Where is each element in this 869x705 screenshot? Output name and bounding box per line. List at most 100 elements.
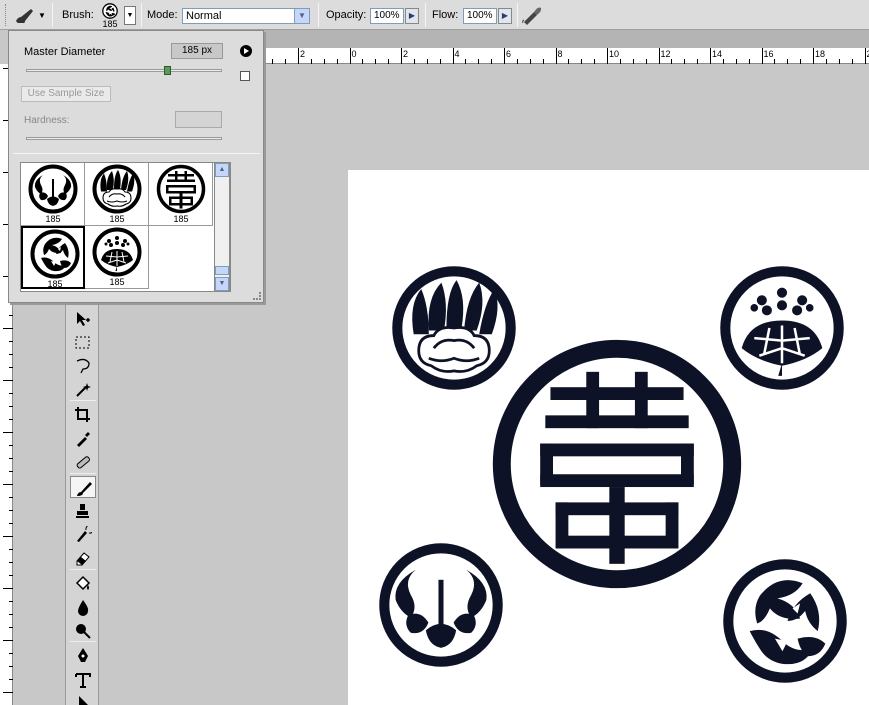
type-tool-icon: [75, 672, 91, 688]
blur-tool-icon: [78, 600, 89, 616]
mode-select[interactable]: Normal ▼: [182, 8, 310, 24]
brush-preview[interactable]: 185: [98, 2, 122, 29]
brush-picker-menu-button[interactable]: [240, 45, 252, 57]
eraser-tool-button[interactable]: [70, 546, 96, 568]
move-tool-button[interactable]: [70, 307, 96, 329]
type-tool-button[interactable]: [70, 668, 96, 690]
airbrush-toggle[interactable]: [521, 5, 543, 25]
ruler-tick: [761, 48, 763, 64]
pen-tool-button[interactable]: [70, 644, 96, 666]
brush-preset[interactable]: 185: [85, 163, 149, 226]
panel-resize-grip[interactable]: [253, 292, 261, 300]
hardness-field[interactable]: [175, 111, 222, 128]
ruler-minor-tick: [3, 692, 13, 693]
ruler-label: 0: [351, 49, 357, 59]
ruler-tick: [401, 48, 402, 64]
marquee-tool-button[interactable]: [70, 331, 96, 353]
brush-preset[interactable]: 185: [21, 226, 85, 289]
ruler-minor-tick: [3, 640, 13, 641]
brush-size-label: 185: [102, 19, 118, 29]
opacity-field[interactable]: 100%: [370, 8, 404, 24]
crop-tool-button[interactable]: [70, 403, 96, 425]
ruler-minor-tick: [684, 59, 686, 64]
path-selection-tool-button[interactable]: [70, 691, 96, 705]
ruler-minor-tick: [362, 59, 364, 64]
ruler-label: 18: [815, 49, 826, 59]
scroll-up-button[interactable]: ▲: [215, 163, 229, 177]
flow-slider-button[interactable]: ▶: [498, 8, 512, 24]
use-sample-size-button[interactable]: Use Sample Size: [21, 86, 111, 102]
ruler-minor-tick: [9, 367, 13, 368]
brush-preset[interactable]: 185: [85, 226, 149, 289]
ruler-minor-tick: [9, 341, 13, 342]
ruler-minor-tick: [735, 59, 737, 64]
ruler-minor-tick: [851, 59, 853, 64]
ruler-tick: [555, 48, 557, 64]
scrollbar-thumb[interactable]: [215, 266, 229, 275]
scroll-down-button[interactable]: ▼: [215, 277, 229, 291]
brush-preset-size: 185: [47, 279, 63, 289]
mode-label: Mode:: [147, 9, 178, 21]
ruler-minor-tick: [838, 59, 840, 64]
magic-wand-tool-button[interactable]: [70, 378, 96, 400]
ruler-minor-tick: [413, 59, 415, 64]
ruler-minor-tick: [529, 59, 531, 64]
paint-bucket-tool-button[interactable]: [70, 572, 96, 594]
hardness-slider[interactable]: [26, 137, 222, 140]
ruler-minor-tick: [619, 59, 621, 64]
master-diameter-slider[interactable]: [26, 66, 222, 75]
brush-preset-scrollbar[interactable]: ▲ ▼: [214, 162, 230, 292]
brush-tool-icon: [77, 481, 92, 496]
lasso-tool-button[interactable]: [70, 354, 96, 376]
ruler-minor-tick: [439, 59, 441, 64]
new-preset-button[interactable]: [240, 71, 250, 81]
marquee-tool-icon: [75, 336, 90, 348]
ruler-minor-tick: [3, 432, 13, 433]
ruler-minor-tick: [426, 59, 428, 64]
chevron-up-icon: ▲: [218, 166, 226, 173]
brush-preset-size: 185: [173, 214, 189, 224]
brush-preset-size: 185: [45, 214, 61, 224]
opacity-slider-button[interactable]: ▶: [405, 8, 419, 24]
ruler-minor-tick: [9, 601, 13, 602]
ruler-minor-tick: [748, 59, 750, 64]
master-diameter-field[interactable]: 185 px: [171, 43, 223, 59]
ruler-label: 12: [660, 49, 671, 59]
ruler-label: 2: [300, 49, 306, 59]
clone-stamp-tool-button[interactable]: [70, 499, 96, 521]
chevron-right-icon: ▶: [408, 11, 416, 20]
eyedropper-tool-button[interactable]: [70, 427, 96, 449]
healing-brush-tool-icon: [76, 456, 90, 469]
ruler-minor-tick: [9, 627, 13, 628]
history-brush-tool-button[interactable]: [70, 523, 96, 545]
chevron-down-icon[interactable]: ▼: [294, 9, 309, 23]
hardness-label: Hardness:: [24, 115, 70, 126]
flow-label: Flow:: [432, 9, 459, 21]
brush-tool-button[interactable]: [70, 475, 96, 498]
master-diameter-label: Master Diameter: [24, 46, 106, 58]
master-diameter-slider-thumb[interactable]: [164, 66, 171, 75]
ruler-minor-tick: [9, 510, 13, 511]
blur-tool-button[interactable]: [70, 595, 96, 617]
paulownia-crest-icon: [92, 227, 142, 277]
ruler-minor-tick: [9, 393, 13, 394]
tool-preset-picker[interactable]: ▼: [12, 4, 46, 26]
ruler-minor-tick: [645, 59, 647, 64]
ruler-minor-tick: [787, 59, 789, 64]
brush-picker-dropdown-button[interactable]: ▼: [124, 6, 136, 25]
chevron-right-icon: ▶: [501, 11, 509, 20]
flow-field[interactable]: 100%: [463, 8, 497, 24]
options-bar-grip[interactable]: [5, 4, 8, 26]
ruler-minor-tick: [9, 562, 13, 563]
document-canvas[interactable]: [348, 170, 869, 705]
dodge-tool-button[interactable]: [70, 619, 96, 641]
crane-crest-icon: [102, 3, 118, 19]
ruler-tick: [298, 48, 299, 64]
ruler-minor-tick: [375, 59, 377, 64]
healing-brush-tool-button[interactable]: [70, 450, 96, 472]
path-selection-tool-icon: [79, 696, 88, 705]
double-happiness-crest-icon: [489, 336, 745, 592]
brush-preset[interactable]: 185: [21, 163, 85, 226]
chevron-down-icon: ▼: [218, 280, 226, 287]
brush-preset[interactable]: 185: [149, 163, 213, 226]
